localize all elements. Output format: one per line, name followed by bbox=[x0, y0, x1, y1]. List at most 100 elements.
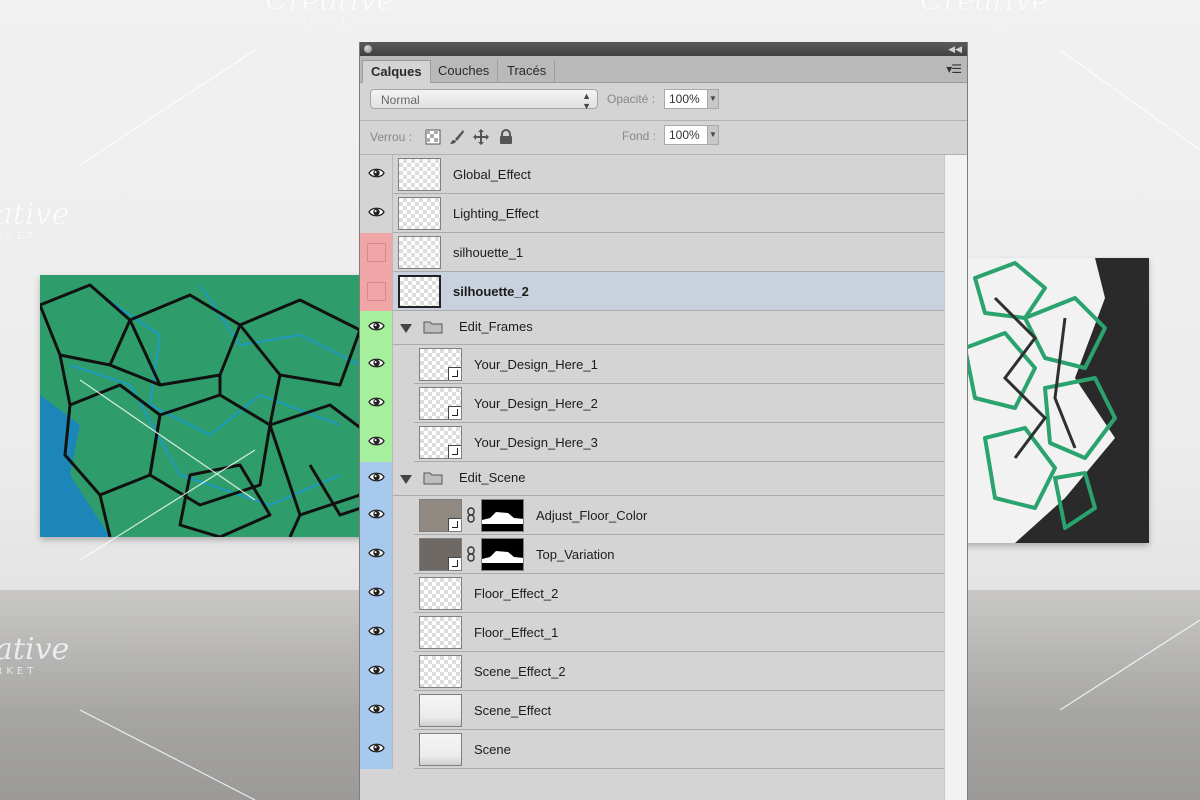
eye-icon bbox=[368, 205, 385, 219]
layer-thumbnail bbox=[419, 616, 462, 649]
visibility-toggle[interactable] bbox=[360, 535, 393, 574]
layer-thumbnail bbox=[419, 694, 462, 727]
smart-object-icon bbox=[448, 406, 461, 419]
lock-transparency-icon[interactable] bbox=[425, 129, 441, 145]
visibility-toggle[interactable] bbox=[360, 691, 393, 730]
expand-triangle-icon[interactable] bbox=[400, 475, 412, 484]
layer-name[interactable]: Floor_Effect_2 bbox=[474, 586, 558, 601]
visibility-toggle[interactable] bbox=[360, 384, 393, 423]
layer-mask-thumbnail[interactable] bbox=[481, 538, 524, 571]
lock-position-move-icon[interactable] bbox=[473, 129, 489, 145]
visibility-toggle[interactable] bbox=[360, 613, 393, 652]
opacity-dropdown[interactable]: ▼ bbox=[707, 89, 719, 109]
opacity-input[interactable]: 100% bbox=[664, 89, 708, 109]
blend-row: Normal ▲ ▼ Opacité : 100% ▼ bbox=[360, 83, 967, 119]
layer-group-row[interactable]: Edit_Scene bbox=[360, 462, 944, 496]
layer-row[interactable]: Your_Design_Here_3 bbox=[360, 423, 944, 462]
visibility-toggle[interactable] bbox=[360, 194, 393, 233]
updown-arrows-icon: ▲ ▼ bbox=[582, 91, 591, 111]
layer-row[interactable]: Scene_Effect bbox=[360, 691, 944, 730]
layer-mask-thumbnail[interactable] bbox=[481, 499, 524, 532]
layers-panel: ◀◀ Calques Couches Tracés ▾☰ Normal ▲ ▼ O… bbox=[359, 42, 968, 800]
watermark: CreativeMARKET bbox=[920, 0, 1050, 28]
layer-name[interactable]: Global_Effect bbox=[453, 167, 531, 182]
eye-icon bbox=[368, 395, 385, 409]
layer-name[interactable]: Adjust_Floor_Color bbox=[536, 508, 647, 523]
layer-name[interactable]: Floor_Effect_1 bbox=[474, 625, 558, 640]
eye-icon bbox=[368, 546, 385, 560]
visibility-toggle[interactable] bbox=[360, 574, 393, 613]
layer-row[interactable]: Scene bbox=[360, 730, 944, 769]
visibility-toggle[interactable] bbox=[360, 462, 393, 496]
layer-row[interactable]: Your_Design_Here_2 bbox=[360, 384, 944, 423]
lock-all-icon[interactable] bbox=[498, 129, 514, 145]
visibility-toggle[interactable] bbox=[360, 155, 393, 194]
lock-pixels-brush-icon[interactable] bbox=[449, 129, 465, 145]
watermark: CreativeMARKET bbox=[0, 197, 70, 242]
layer-thumbnail bbox=[398, 197, 441, 230]
layer-name[interactable]: Edit_Scene bbox=[459, 470, 526, 485]
layer-name[interactable]: Your_Design_Here_2 bbox=[474, 396, 598, 411]
watermark: CreativeMARKET bbox=[0, 632, 70, 677]
tab-calques[interactable]: Calques bbox=[362, 60, 431, 83]
visibility-toggle[interactable] bbox=[360, 652, 393, 691]
layer-row[interactable]: silhouette_1 bbox=[360, 233, 944, 272]
lock-row: Verrou : Fond : 100% ▼ bbox=[360, 120, 967, 156]
layer-row[interactable]: Floor_Effect_2 bbox=[360, 574, 944, 613]
layer-thumbnail bbox=[398, 158, 441, 191]
eye-icon bbox=[368, 507, 385, 521]
layer-row[interactable]: Adjust_Floor_Color bbox=[360, 496, 944, 535]
layer-group-row[interactable]: Edit_Frames bbox=[360, 311, 944, 345]
blend-mode-select[interactable]: Normal ▲ ▼ bbox=[370, 89, 598, 111]
layer-row[interactable]: Floor_Effect_1 bbox=[360, 613, 944, 652]
layer-row[interactable]: Scene_Effect_2 bbox=[360, 652, 944, 691]
folder-icon bbox=[423, 471, 443, 485]
layer-name[interactable]: Scene_Effect bbox=[474, 703, 551, 718]
panel-menu-icon[interactable]: ▾☰ bbox=[946, 62, 962, 76]
layer-name[interactable]: silhouette_2 bbox=[453, 284, 529, 299]
layer-thumbnail bbox=[419, 426, 462, 459]
tab-traces[interactable]: Tracés bbox=[499, 60, 556, 82]
folder-icon bbox=[423, 320, 443, 334]
visibility-toggle[interactable] bbox=[360, 345, 393, 384]
visibility-toggle[interactable] bbox=[360, 730, 393, 769]
layer-name[interactable]: Your_Design_Here_3 bbox=[474, 435, 598, 450]
visibility-toggle[interactable] bbox=[360, 423, 393, 462]
blend-mode-value: Normal bbox=[381, 93, 420, 107]
layer-row[interactable]: Global_Effect bbox=[360, 155, 944, 194]
layer-row[interactable]: Lighting_Effect bbox=[360, 194, 944, 233]
layer-row[interactable]: Top_Variation bbox=[360, 535, 944, 574]
expand-triangle-icon[interactable] bbox=[400, 324, 412, 333]
collapse-icon[interactable]: ◀◀ bbox=[948, 42, 962, 56]
layer-row[interactable]: Your_Design_Here_1 bbox=[360, 345, 944, 384]
tab-couches[interactable]: Couches bbox=[430, 60, 499, 82]
fill-label: Fond : bbox=[622, 129, 657, 143]
visibility-toggle[interactable] bbox=[360, 233, 393, 272]
fill-input[interactable]: 100% bbox=[664, 125, 708, 145]
layer-name[interactable]: Your_Design_Here_1 bbox=[474, 357, 598, 372]
layer-name[interactable]: Scene_Effect_2 bbox=[474, 664, 566, 679]
panel-titlebar[interactable]: ◀◀ bbox=[360, 42, 967, 56]
visibility-toggle[interactable] bbox=[360, 311, 393, 345]
link-chain-icon[interactable] bbox=[467, 546, 475, 562]
link-chain-icon[interactable] bbox=[467, 507, 475, 523]
eye-icon bbox=[368, 356, 385, 370]
smart-object-icon bbox=[448, 518, 461, 531]
layer-name[interactable]: Edit_Frames bbox=[459, 319, 533, 334]
layer-name[interactable]: Scene bbox=[474, 742, 511, 757]
layer-thumbnail bbox=[419, 655, 462, 688]
eye-icon bbox=[368, 624, 385, 638]
layer-name[interactable]: Top_Variation bbox=[536, 547, 615, 562]
layer-row[interactable]: silhouette_2 bbox=[360, 272, 944, 311]
fill-dropdown[interactable]: ▼ bbox=[707, 125, 719, 145]
smart-object-icon bbox=[448, 445, 461, 458]
layer-list-scrollbar[interactable] bbox=[944, 155, 967, 800]
visibility-toggle[interactable] bbox=[360, 272, 393, 311]
eye-icon bbox=[368, 663, 385, 677]
visibility-toggle[interactable] bbox=[360, 496, 393, 535]
layer-name[interactable]: silhouette_1 bbox=[453, 245, 523, 260]
visibility-off-box bbox=[367, 243, 386, 262]
close-icon[interactable] bbox=[364, 45, 372, 53]
layer-name[interactable]: Lighting_Effect bbox=[453, 206, 539, 221]
panel-tabbar: Calques Couches Tracés ▾☰ bbox=[360, 56, 967, 83]
